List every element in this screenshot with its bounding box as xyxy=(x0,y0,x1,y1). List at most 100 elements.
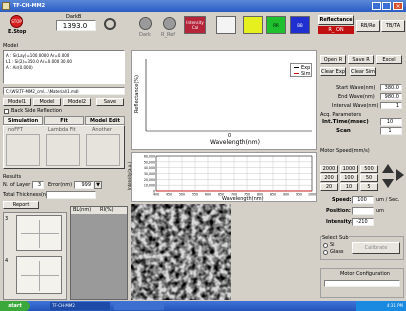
yellow-swatch[interactable] xyxy=(243,16,263,34)
reflectance-chart[interactable]: Reflectance(%) 0 Wavelength(nm) Exp Sim xyxy=(131,50,317,150)
speed-50[interactable]: 50 xyxy=(360,174,378,182)
model-tab[interactable]: Model xyxy=(33,98,61,106)
int-time-label: Int.Time(msec) xyxy=(322,119,369,125)
model-path-field[interactable]: C:\WS\TF-MM2_cm\...\Material\1.mdl xyxy=(3,87,125,95)
sub-tab-nofft[interactable]: noFFT xyxy=(8,127,23,133)
jog-up-icon[interactable] xyxy=(382,164,394,173)
save-model-button[interactable]: Save xyxy=(96,98,124,106)
speed-20[interactable]: 20 xyxy=(320,183,338,191)
reflectance-legend: Exp Sim xyxy=(290,63,312,77)
results-table[interactable] xyxy=(70,206,128,300)
report-button[interactable]: Report xyxy=(3,201,39,209)
error-field[interactable]: 999 xyxy=(74,181,94,189)
model-edit-tab[interactable]: Model Edit xyxy=(85,116,125,125)
ref-measure-icon[interactable] xyxy=(163,17,176,30)
model-line-3: A : Air(0.000) xyxy=(6,65,33,70)
intensity-ylabel: Intensity(a.u.) xyxy=(127,161,133,191)
excel-button[interactable]: Excel xyxy=(376,55,402,64)
fit-tab[interactable]: Fit xyxy=(44,116,84,125)
n-of-layer-label: N. of Layer xyxy=(3,182,31,188)
maximize-button[interactable] xyxy=(382,2,391,10)
reflectance-button[interactable]: Reflectance xyxy=(318,15,354,25)
speed-2000[interactable]: 2000 xyxy=(320,165,338,173)
start-button[interactable]: start xyxy=(0,301,30,311)
model1-tab[interactable]: Model1 xyxy=(3,98,31,106)
white-swatch[interactable] xyxy=(216,16,236,34)
speed-label: Speed: xyxy=(332,197,352,203)
intensity-field[interactable]: -210 xyxy=(352,218,374,226)
y-tick-label: 30,000 xyxy=(144,172,155,176)
blue-swatch[interactable]: BB xyxy=(290,16,310,34)
speed-1000[interactable]: 1000 xyxy=(340,165,358,173)
speed-500[interactable]: 500 xyxy=(360,165,378,173)
model2-tab[interactable]: Model2 xyxy=(63,98,91,106)
camera-noise-svg xyxy=(131,204,231,300)
speed-5[interactable]: 5 xyxy=(360,183,378,191)
dark-measure-label: Dark xyxy=(139,32,151,38)
back-side-checkbox[interactable] xyxy=(4,109,9,114)
intensity-chart[interactable]: 60,000 50,000 40,000 30,000 20,000 10,000 0 400… xyxy=(127,152,317,202)
n-of-layer-field[interactable]: 3 xyxy=(32,181,44,189)
int-time-field[interactable]: 10 xyxy=(380,118,402,126)
sub-glass-radio[interactable] xyxy=(323,250,328,255)
total-thickness-field[interactable] xyxy=(46,191,96,199)
scan-field[interactable]: 1 xyxy=(380,127,402,135)
y-tick-label: 50,000 xyxy=(144,160,155,164)
simulation-tab[interactable]: Simulation xyxy=(3,116,43,125)
ref-measure-label: R_Ref xyxy=(161,32,176,38)
jog-right-icon[interactable] xyxy=(396,169,404,181)
scan-label: Scan xyxy=(336,128,351,134)
sub-tab-another[interactable]: Another xyxy=(92,127,112,133)
position-field[interactable] xyxy=(352,207,374,215)
legend-sim: Sim xyxy=(301,71,311,77)
sub-si-label: Si xyxy=(330,242,335,248)
speed-100[interactable]: 100 xyxy=(340,174,358,182)
interval-wave-label: Interval Wave(nm) xyxy=(332,103,379,109)
sub-glass-label: Glass xyxy=(330,249,344,255)
results-col-ri: RI(%) xyxy=(100,207,114,213)
tb-ta-button[interactable]: TB/TA xyxy=(381,20,405,32)
y-tick-label: 20,000 xyxy=(144,178,155,182)
taskbar-item-1-label: TF-CH-MM2 xyxy=(52,303,75,308)
sub-pane-2 xyxy=(46,134,80,166)
end-wave-label: End Wave(nm) xyxy=(338,94,375,100)
clear-exp-button[interactable]: Clear Exp xyxy=(320,67,346,76)
speed-unit: um / Sec. xyxy=(376,197,400,203)
dark-toggle-icon[interactable] xyxy=(104,18,116,30)
chevron-down-icon[interactable]: ▼ xyxy=(94,181,102,189)
sub-si-radio[interactable] xyxy=(323,243,328,248)
intensity-cal-button[interactable]: Intensity Cal xyxy=(184,16,206,34)
dark-value-field[interactable]: 1393.0 xyxy=(56,20,96,31)
open-button[interactable]: Open R xyxy=(320,55,346,64)
start-wave-field[interactable]: 380.0 xyxy=(380,84,402,91)
x-tick-label: 850 xyxy=(270,193,276,197)
taskbar-item-2[interactable] xyxy=(114,302,164,310)
stop-label: E.Stop xyxy=(8,29,27,35)
speed-200[interactable]: 200 xyxy=(320,174,338,182)
save-button[interactable]: Save R xyxy=(348,55,374,64)
green-swatch[interactable]: RR xyxy=(266,16,286,34)
results-col-bl: BL(nm) xyxy=(73,207,92,213)
layer-index-2: 4 xyxy=(5,258,9,264)
reflectance-ylabel: Reflectance(%) xyxy=(133,75,140,113)
sub-pane-1 xyxy=(6,134,40,166)
interval-wave-field[interactable]: 1 xyxy=(380,102,402,109)
stop-icon[interactable]: STOP xyxy=(10,15,23,28)
end-wave-field[interactable]: 980.0 xyxy=(380,93,402,100)
close-icon[interactable]: × xyxy=(393,2,403,10)
sub-tab-lambda-fit[interactable]: Lambda Fit xyxy=(48,127,76,133)
clear-sim-button[interactable]: Clear Sim xyxy=(350,67,376,76)
speed-field[interactable]: 100 xyxy=(352,196,374,204)
speed-10[interactable]: 10 xyxy=(340,183,358,191)
minimize-button[interactable] xyxy=(372,2,381,10)
rb-re-button[interactable]: RB/Re xyxy=(356,20,380,32)
taskbar-item-1[interactable]: TF-CH-MM2 xyxy=(50,302,110,310)
motor-config-field[interactable] xyxy=(324,280,400,287)
select-sub-title: Select Sub xyxy=(322,235,349,241)
motor-config-title: Motor Configuration xyxy=(340,271,390,277)
jog-down-icon[interactable] xyxy=(382,179,394,188)
layer-index-1: 3 xyxy=(5,216,9,222)
calibrate-button[interactable]: Calibrate xyxy=(352,242,400,254)
right-panel: Open R Save R Excel Clear Exp Clear Sim … xyxy=(318,52,406,301)
dark-measure-icon[interactable] xyxy=(139,17,152,30)
